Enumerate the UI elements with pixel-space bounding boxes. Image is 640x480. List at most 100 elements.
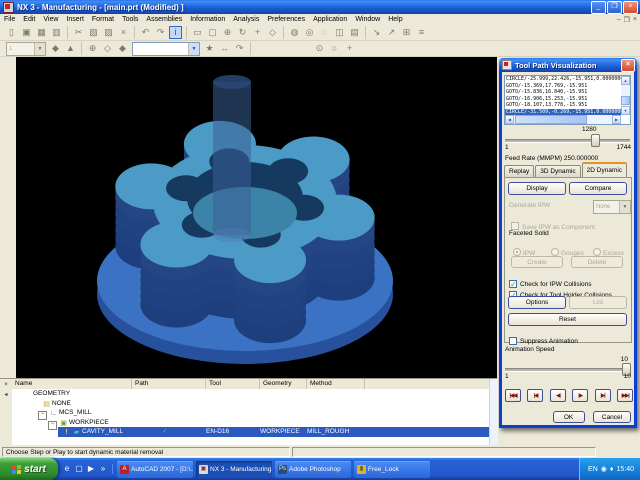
mdi-minimize-button[interactable]: – bbox=[617, 16, 621, 24]
step-back-button[interactable]: |◀ bbox=[527, 389, 544, 402]
menu-help[interactable]: Help bbox=[384, 16, 406, 23]
save-icon[interactable]: ▦ bbox=[35, 26, 48, 39]
menu-window[interactable]: Window bbox=[351, 16, 384, 23]
scroll-up-icon[interactable]: ▲ bbox=[621, 76, 630, 85]
play-forward-button[interactable]: ▶ bbox=[572, 389, 589, 402]
navigator-close-icon[interactable]: × bbox=[2, 381, 10, 389]
perspective-icon[interactable]: ◇ bbox=[266, 26, 279, 39]
column-geometry[interactable]: Geometry bbox=[260, 379, 307, 389]
zoom-icon[interactable]: ⊕ bbox=[221, 26, 234, 39]
gcode-line[interactable]: GOTO/-15.836,16.840,-15.951 bbox=[505, 89, 621, 96]
volume-icon[interactable]: ◉ bbox=[601, 465, 607, 473]
tree-row-cavity-mill[interactable]: ! ▰ CAVITY_MILL ✓ EN-D16 WORKPIECE MILL_RO… bbox=[12, 427, 489, 437]
language-indicator[interactable]: EN bbox=[588, 466, 598, 473]
move-object-icon[interactable]: ↗ bbox=[385, 26, 398, 39]
mdi-close-button[interactable]: × bbox=[633, 16, 637, 24]
show-desktop-icon[interactable]: ▢ bbox=[74, 464, 84, 474]
open-icon[interactable]: ▣ bbox=[20, 26, 33, 39]
menu-preferences[interactable]: Preferences bbox=[263, 16, 309, 23]
clock[interactable]: 15:40 bbox=[616, 466, 634, 473]
reset-button[interactable]: Reset bbox=[508, 313, 627, 326]
options-button[interactable]: Options bbox=[508, 296, 566, 309]
network-icon[interactable]: ♦ bbox=[610, 466, 614, 473]
scroll-down-icon[interactable]: ▼ bbox=[621, 106, 630, 115]
listbox-horizontal-scrollbar[interactable]: ◀ ▶ bbox=[505, 115, 621, 124]
menu-assemblies[interactable]: Assemblies bbox=[142, 16, 186, 23]
pan-view-icon[interactable]: + bbox=[251, 26, 264, 39]
task-autocad[interactable]: A AutoCAD 2007 - [D:\... bbox=[117, 460, 193, 478]
gcode-line[interactable]: GOTO/-15.369,17.769,-15.951 bbox=[505, 83, 621, 90]
quicklaunch-overflow-icon[interactable]: » bbox=[98, 464, 108, 474]
tab-3d-dynamic[interactable]: 3D Dynamic bbox=[535, 165, 581, 177]
measure-distance-icon[interactable]: ↔ bbox=[218, 42, 231, 55]
task-nx[interactable]: ▣ NX 3 - Manufacturing ... bbox=[196, 460, 272, 478]
snapshot-icon[interactable]: ◫ bbox=[333, 26, 346, 39]
gcode-line[interactable]: GOTO/-16.906,15.253,-15.951 bbox=[505, 96, 621, 103]
column-path[interactable]: Path bbox=[132, 379, 206, 389]
suppress-animation-checkbox[interactable]: ✓ bbox=[509, 337, 517, 345]
tree-row-mcs-mill[interactable]: − ∟ MCS_MILL bbox=[12, 408, 489, 420]
display-mode-icon[interactable]: ◆ bbox=[49, 42, 62, 55]
plus-icon[interactable]: + bbox=[343, 42, 356, 55]
dialog-titlebar[interactable]: Tool Path Visualization × bbox=[499, 58, 637, 72]
cancel-button[interactable]: Cancel bbox=[593, 411, 631, 423]
datum-axis-icon[interactable]: ◆ bbox=[116, 42, 129, 55]
column-method[interactable]: Method bbox=[307, 379, 365, 389]
menu-format[interactable]: Format bbox=[88, 16, 118, 23]
pattern-icon[interactable]: ⊞ bbox=[400, 26, 413, 39]
point-icon[interactable]: ⊙ bbox=[313, 42, 326, 55]
navigator-collapse-icon[interactable]: ◂ bbox=[2, 391, 10, 399]
navigator-scrollbar[interactable] bbox=[489, 379, 498, 446]
selection-filter-icon[interactable]: ▲ bbox=[64, 42, 77, 55]
tab-replay[interactable]: Replay bbox=[504, 165, 535, 177]
information-icon[interactable]: i bbox=[169, 26, 182, 39]
tree-row-geometry[interactable]: GEOMETRY bbox=[12, 389, 489, 399]
menu-insert[interactable]: Insert bbox=[62, 16, 88, 23]
menu-file[interactable]: File bbox=[0, 16, 19, 23]
scroll-right-icon[interactable]: ▶ bbox=[612, 115, 621, 124]
go-to-end-button[interactable]: ▶▶| bbox=[617, 389, 634, 402]
tool-path-visualization-dialog[interactable]: Tool Path Visualization × CIRCLE/-25.999… bbox=[499, 58, 640, 428]
internet-explorer-icon[interactable]: e bbox=[62, 464, 72, 474]
scrollbar-thumb[interactable] bbox=[621, 96, 630, 105]
media-player-icon[interactable]: ▶ bbox=[86, 464, 96, 474]
datum-plane-icon[interactable]: ◇ bbox=[101, 42, 114, 55]
step-forward-button[interactable]: ▶| bbox=[594, 389, 611, 402]
menu-application[interactable]: Application bbox=[309, 16, 351, 23]
fit-view-icon[interactable]: ▭ bbox=[191, 26, 204, 39]
rotate-view-icon[interactable]: ↻ bbox=[236, 26, 249, 39]
combo-arrow-icon[interactable]: ▼ bbox=[188, 42, 199, 55]
circle-icon[interactable]: ○ bbox=[328, 42, 341, 55]
hidden-edges-icon[interactable]: ◌ bbox=[318, 26, 331, 39]
shaded-icon[interactable]: ◍ bbox=[288, 26, 301, 39]
window-titlebar[interactable]: NX 3 - Manufacturing - [main.prt (Modifi… bbox=[0, 0, 640, 14]
combo-arrow-icon[interactable]: ▼ bbox=[34, 42, 45, 55]
ok-button[interactable]: OK bbox=[552, 411, 585, 423]
restore-button[interactable]: ❐ bbox=[607, 0, 622, 14]
task-photoshop[interactable]: Ps Adobe Photoshop bbox=[275, 460, 351, 478]
selection-scope-combo[interactable]: ▼ bbox=[132, 41, 200, 56]
delete-icon[interactable]: × bbox=[117, 26, 130, 39]
compare-button[interactable]: Compare bbox=[569, 182, 627, 195]
gcode-line[interactable]: GOTO/-18.107,13.778,-15.951 bbox=[505, 102, 621, 109]
menu-tools[interactable]: Tools bbox=[118, 16, 142, 23]
new-icon[interactable]: ▯ bbox=[5, 26, 18, 39]
paste-icon[interactable]: ▨ bbox=[102, 26, 115, 39]
scroll-left-icon[interactable]: ◀ bbox=[505, 115, 514, 124]
tree-row-workpiece[interactable]: − ▣ WORKPIECE bbox=[12, 418, 489, 430]
zoom-window-icon[interactable]: ▢ bbox=[206, 26, 219, 39]
layer-settings-icon[interactable]: ▤ bbox=[348, 26, 361, 39]
display-button[interactable]: Display bbox=[508, 182, 566, 195]
task-free-lock[interactable]: ▮ Free_Lock bbox=[354, 460, 430, 478]
snap-point-icon[interactable]: ⊕ bbox=[86, 42, 99, 55]
speed-slider-track[interactable] bbox=[505, 368, 630, 372]
work-layer-combo[interactable]: 1 ▼ bbox=[6, 41, 46, 56]
copy-icon[interactable]: ▧ bbox=[87, 26, 100, 39]
menu-analysis[interactable]: Analysis bbox=[229, 16, 263, 23]
column-name[interactable]: Name bbox=[12, 379, 132, 389]
list-view-icon[interactable]: ≡ bbox=[415, 26, 428, 39]
gcode-listbox[interactable]: CIRCLE/-25.999,22.426,-15.951,0.0000000,… bbox=[504, 75, 631, 125]
cut-icon[interactable]: ✂ bbox=[72, 26, 85, 39]
spark-icon[interactable]: ★ bbox=[203, 42, 216, 55]
progress-slider-thumb[interactable] bbox=[591, 134, 600, 147]
